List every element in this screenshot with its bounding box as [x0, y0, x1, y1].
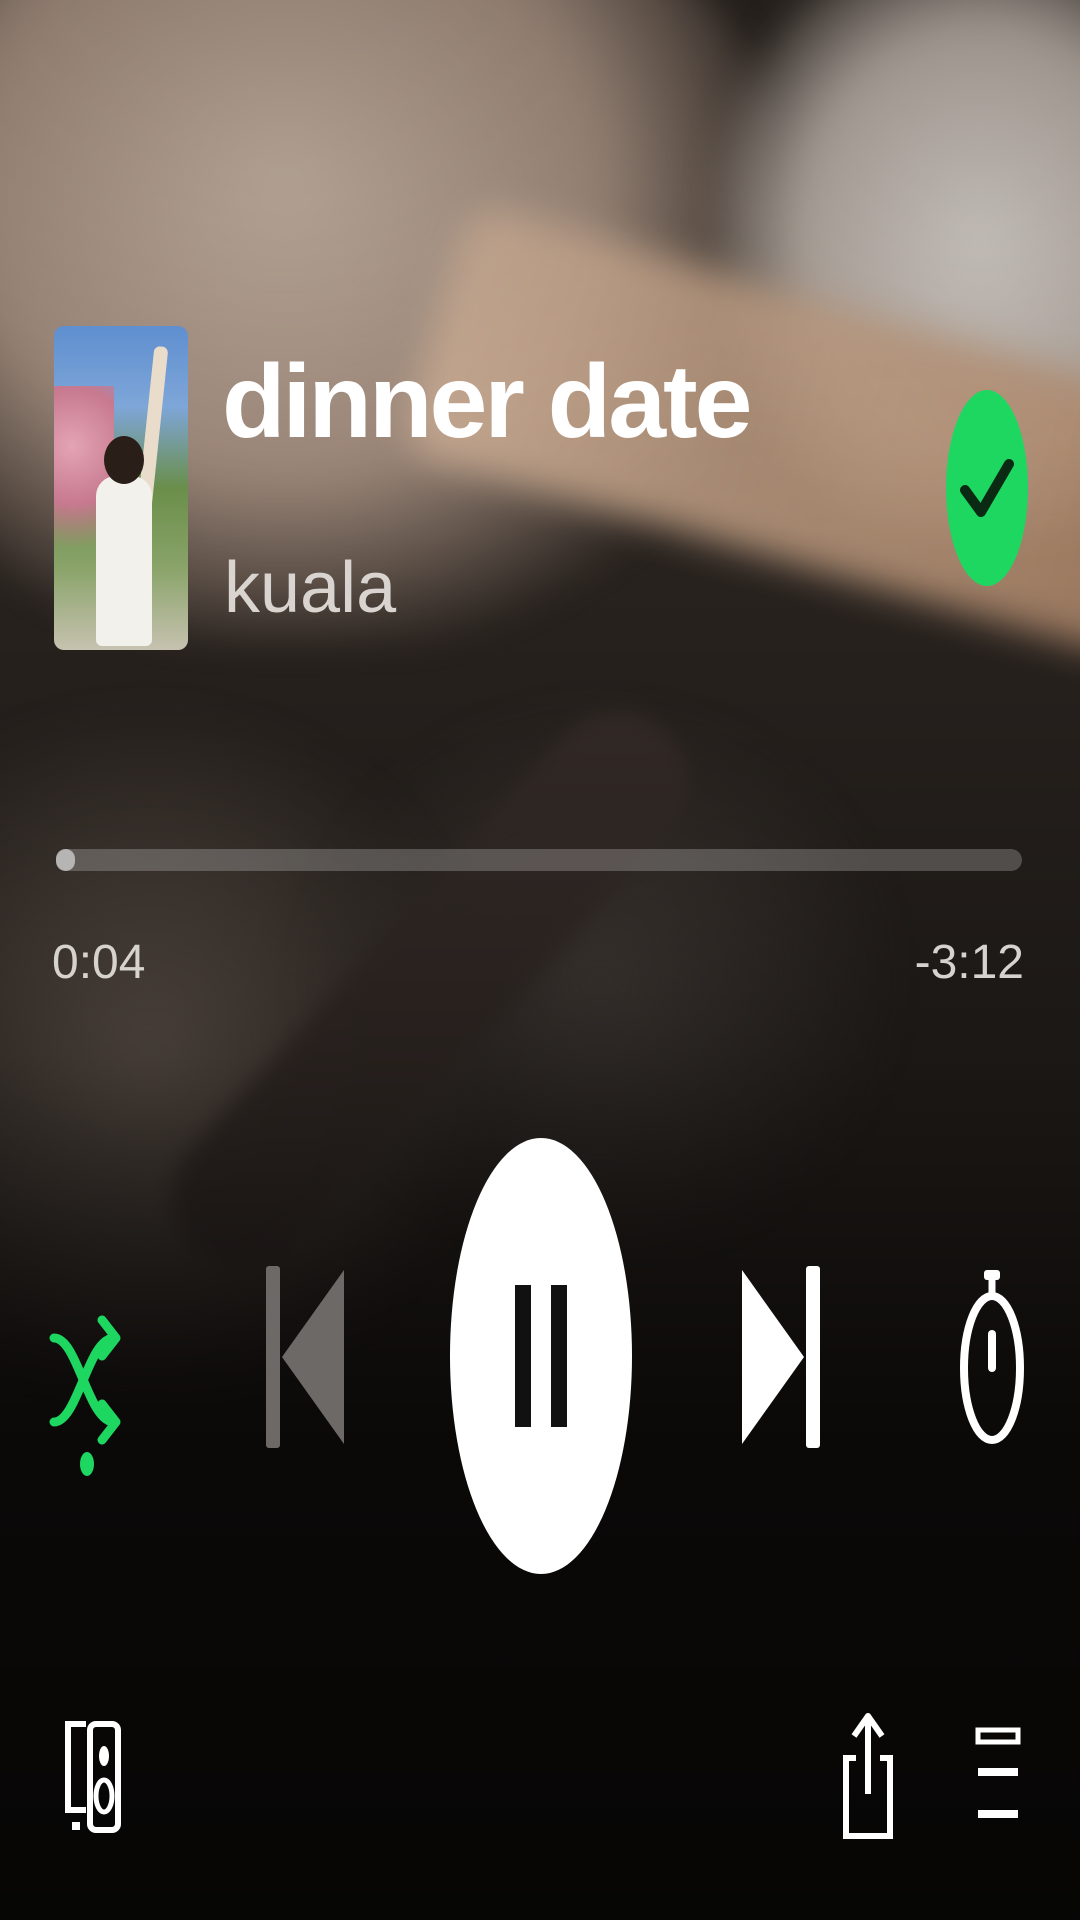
share-icon [843, 1713, 893, 1839]
pause-icon [515, 1285, 567, 1427]
pause-button[interactable] [450, 1138, 632, 1574]
saved-button[interactable] [946, 390, 1028, 586]
queue-icon [975, 1727, 1021, 1818]
artist-name[interactable]: kuala [224, 552, 396, 624]
skip-next-icon [742, 1266, 820, 1448]
share-button[interactable] [842, 1712, 894, 1840]
check-icon [960, 459, 1014, 517]
progress-fill [56, 849, 76, 871]
connect-devices-icon [65, 1721, 121, 1833]
remaining-time: -3:12 [914, 936, 1024, 989]
skip-previous-icon [266, 1266, 344, 1448]
next-button[interactable] [738, 1262, 824, 1452]
connect-devices-button[interactable] [62, 1718, 122, 1836]
queue-button[interactable] [974, 1726, 1022, 1830]
shuffle-button[interactable] [48, 1280, 128, 1480]
previous-button[interactable] [262, 1262, 348, 1452]
progress-bar[interactable] [56, 849, 1022, 871]
elapsed-time: 0:04 [52, 936, 146, 989]
track-title[interactable]: dinner date [222, 350, 753, 454]
sleep-timer-button[interactable] [958, 1268, 1026, 1444]
album-art[interactable] [54, 326, 188, 650]
shuffle-active-indicator [80, 1452, 94, 1476]
sleep-timer-icon [960, 1270, 1024, 1444]
shuffle-icon [49, 1315, 121, 1445]
